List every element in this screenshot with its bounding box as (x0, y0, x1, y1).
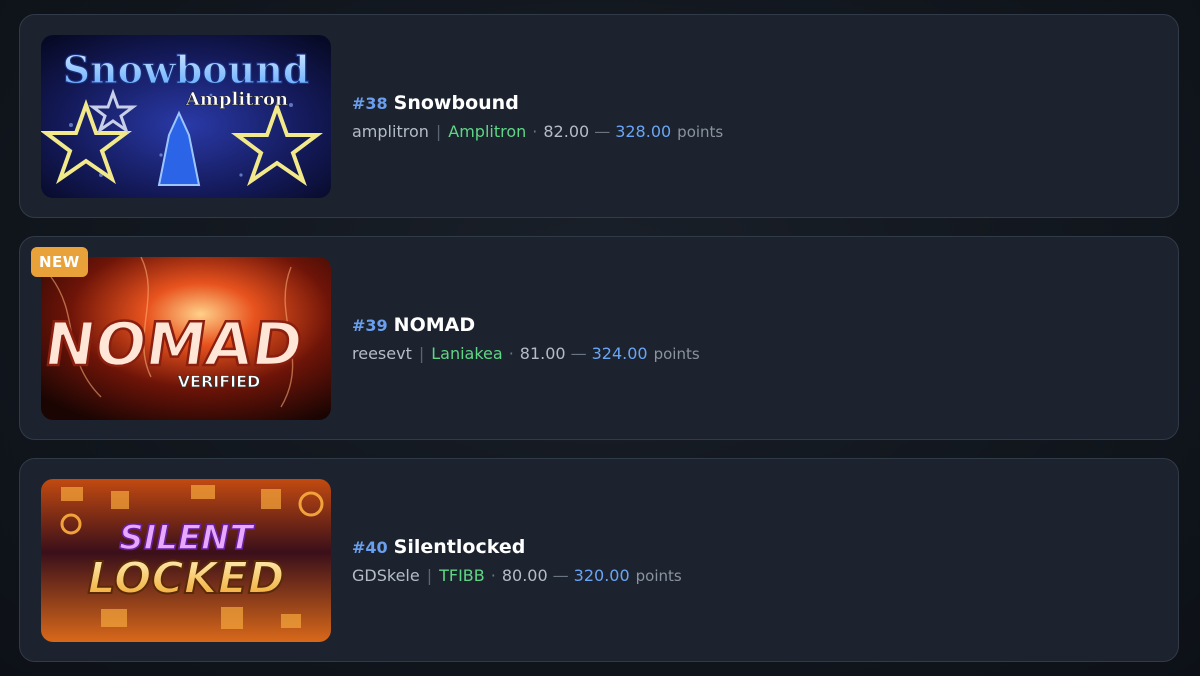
level-rank: #39 (352, 316, 388, 335)
level-thumbnail[interactable]: NOMAD VERIFIED (41, 257, 331, 420)
thumbnail-subtitle: LOCKED (88, 553, 285, 604)
level-creator[interactable]: reesevt (352, 344, 412, 363)
level-rank: #40 (352, 538, 388, 557)
level-verifier[interactable]: Laniakea (431, 344, 502, 363)
level-meta: amplitron | Amplitron · 82.00—328.00 points (352, 122, 723, 141)
level-meta: GDSkele | TFIBB · 80.00—320.00 points (352, 566, 682, 585)
separator: | (418, 344, 425, 363)
level-card[interactable]: NEW NOMAD VERIFIED #39 NOMAD reesevt | L… (19, 236, 1179, 440)
points-label: points (677, 123, 724, 141)
level-score: 82.00 (543, 122, 590, 141)
level-name[interactable]: Silentlocked (394, 536, 526, 558)
level-creator[interactable]: amplitron (352, 122, 429, 141)
level-title-row: #39 NOMAD (352, 314, 700, 336)
level-info: #39 NOMAD reesevt | Laniakea · 81.00—324.00 po… (352, 314, 700, 363)
level-thumbnail[interactable]: Snowbound Amplitron (41, 35, 331, 198)
separator: | (435, 122, 442, 141)
level-list: Snowbound Amplitron #38 Snowbound amplitr… (0, 0, 1200, 676)
points-label: points (635, 567, 682, 585)
level-info: #40 Silentlocked GDSkele | TFIBB · 80.00—320.… (352, 536, 682, 585)
level-info: #38 Snowbound amplitron | Amplitron · 82.00—3… (352, 92, 723, 141)
level-rank: #38 (352, 94, 388, 113)
separator: | (426, 566, 433, 585)
thumbnail-title: SILENT (119, 518, 255, 558)
level-score: 81.00 (519, 344, 566, 363)
thumbnail-subtitle: VERIFIED (178, 372, 261, 391)
level-title-row: #40 Silentlocked (352, 536, 682, 558)
level-card[interactable]: Snowbound Amplitron #38 Snowbound amplitr… (19, 14, 1179, 218)
separator: — (570, 344, 587, 363)
new-badge: NEW (31, 247, 88, 277)
level-thumbnail[interactable]: SILENT LOCKED (41, 479, 331, 642)
points-label: points (653, 345, 700, 363)
level-card[interactable]: SILENT LOCKED #40 Silentlocked GDSkele | TF… (19, 458, 1179, 662)
level-name[interactable]: Snowbound (394, 92, 519, 114)
level-points: 324.00 (591, 344, 648, 363)
separator: — (594, 122, 611, 141)
separator: · (508, 344, 514, 363)
level-name[interactable]: NOMAD (394, 314, 475, 336)
level-verifier[interactable]: Amplitron (448, 122, 526, 141)
separator: · (532, 122, 538, 141)
separator: · (490, 566, 496, 585)
level-meta: reesevt | Laniakea · 81.00—324.00 points (352, 344, 700, 363)
separator: — (552, 566, 569, 585)
thumbnail-subtitle: Amplitron (185, 89, 288, 110)
thumbnail-title: NOMAD (41, 310, 307, 380)
level-creator[interactable]: GDSkele (352, 566, 420, 585)
level-title-row: #38 Snowbound (352, 92, 723, 114)
level-points: 328.00 (615, 122, 672, 141)
level-score: 80.00 (501, 566, 548, 585)
thumbnail-title: Snowbound (63, 47, 310, 92)
level-verifier[interactable]: TFIBB (439, 566, 485, 585)
level-points: 320.00 (573, 566, 630, 585)
